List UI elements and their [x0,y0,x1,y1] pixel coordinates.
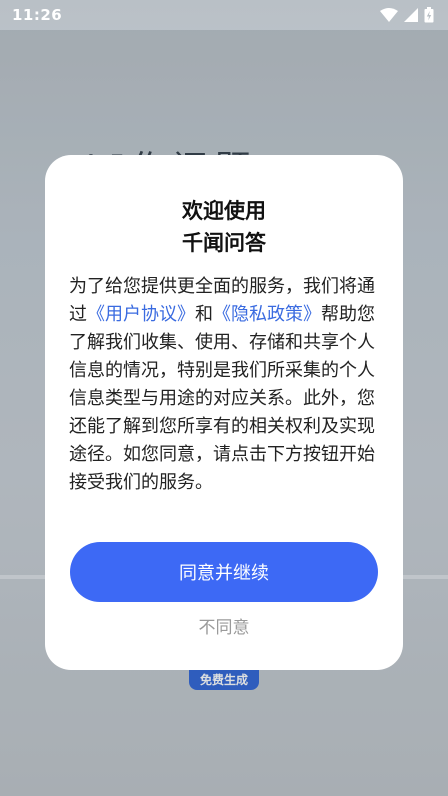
wifi-icon [380,8,398,22]
system-icons [380,7,434,23]
status-bar: 11:26 [0,0,448,30]
disagree-button[interactable]: 不同意 [45,613,403,638]
dialog-body: 为了给您提供更全面的服务，我们将通过《用户协议》和《隐私政策》帮助您了解我们收集… [69,273,381,497]
battery-icon [424,7,434,23]
agree-continue-button[interactable]: 同意并继续 [70,542,378,602]
privacy-policy-link[interactable]: 《隐私政策》 [213,304,321,325]
body-text-part2: 帮助您了解我们收集、使用、存储和共享个人信息的情况，特别是我们所采集的个人信息类… [69,304,375,493]
user-agreement-link[interactable]: 《用户协议》 [87,304,195,325]
dialog-title: 欢迎使用 千闻问答 [45,195,403,259]
privacy-consent-dialog: 欢迎使用 千闻问答 为了给您提供更全面的服务，我们将通过《用户协议》和《隐私政策… [45,155,403,670]
signal-icon [404,8,418,22]
status-time: 11:26 [12,6,63,24]
body-text-and: 和 [195,304,213,325]
dialog-title-line2: 千闻问答 [182,231,266,255]
dialog-title-line1: 欢迎使用 [182,199,266,223]
